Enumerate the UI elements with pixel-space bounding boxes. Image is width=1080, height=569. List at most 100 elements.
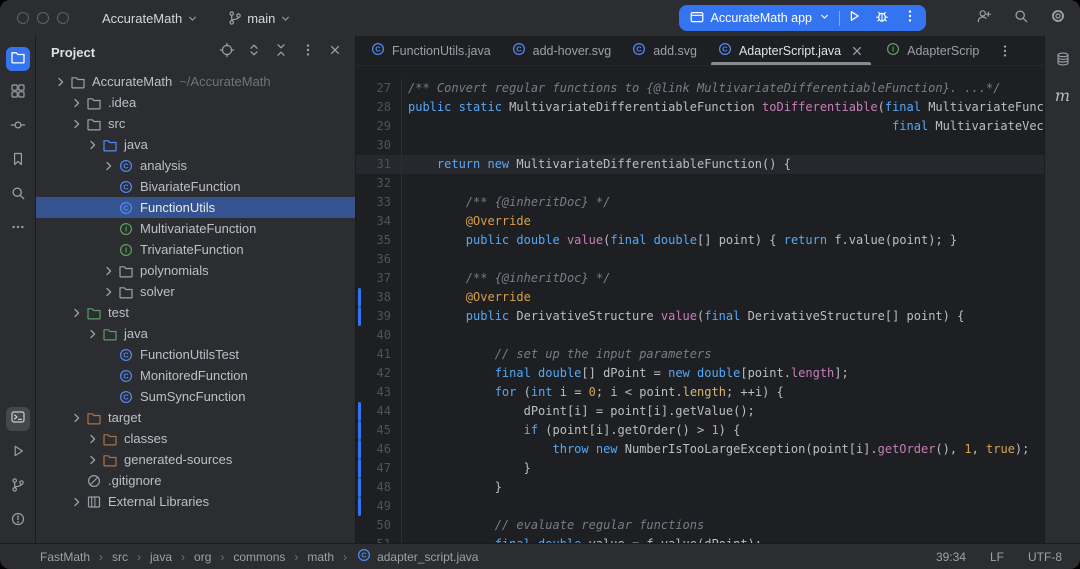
- code-line[interactable]: 34 @Override: [356, 212, 1044, 231]
- code-line[interactable]: 37 /** {@inheritDoc} */: [356, 269, 1044, 288]
- code-line[interactable]: 30: [356, 136, 1044, 155]
- line-number[interactable]: 30: [356, 136, 402, 155]
- chevron-right-icon[interactable]: [68, 305, 86, 321]
- code-line[interactable]: 51 final double value = f.value(dPoint);: [356, 535, 1044, 543]
- code-line[interactable]: 36: [356, 250, 1044, 269]
- line-number[interactable]: 33: [356, 193, 402, 212]
- line-number[interactable]: 37: [356, 269, 402, 288]
- chevron-right-icon[interactable]: [84, 452, 102, 468]
- activity-bookmarks-button[interactable]: [6, 149, 30, 173]
- options-button[interactable]: [298, 42, 318, 62]
- code-line[interactable]: 41 // set up the input parameters: [356, 345, 1044, 364]
- run-button[interactable]: [840, 5, 868, 31]
- caret-position[interactable]: 39:34: [936, 550, 966, 564]
- tree-item-test[interactable]: test: [36, 302, 355, 323]
- chevron-right-icon[interactable]: [68, 410, 86, 426]
- line-number[interactable]: 36: [356, 250, 402, 269]
- code-line[interactable]: 35 public double value(final double[] po…: [356, 231, 1044, 250]
- line-number[interactable]: 44: [356, 402, 402, 421]
- line-number[interactable]: 31: [356, 155, 402, 174]
- collapse-all-button[interactable]: [271, 42, 291, 62]
- tree-item-target[interactable]: target: [36, 407, 355, 428]
- code-line[interactable]: 31 return new MultivariateDifferentiable…: [356, 155, 1044, 174]
- code-line[interactable]: 33 /** {@inheritDoc} */: [356, 193, 1044, 212]
- code-line[interactable]: 32: [356, 174, 1044, 193]
- settings-button[interactable]: [1050, 8, 1066, 29]
- code-line[interactable]: 50 // evaluate regular functions: [356, 516, 1044, 535]
- breadcrumb-item[interactable]: org: [194, 550, 211, 564]
- line-number[interactable]: 50: [356, 516, 402, 535]
- code-line[interactable]: 46 throw new NumberIsTooLargeException(p…: [356, 440, 1044, 459]
- line-separator[interactable]: LF: [990, 550, 1004, 564]
- breadcrumb-item[interactable]: java: [150, 550, 172, 564]
- tab-adapterscript-java[interactable]: CAdapterScript.java: [707, 36, 875, 65]
- tree-item--idea[interactable]: .idea: [36, 92, 355, 113]
- code-line[interactable]: 28public static MultivariateDifferentiab…: [356, 98, 1044, 117]
- line-number[interactable]: 38: [356, 288, 402, 307]
- chevron-right-icon[interactable]: [84, 326, 102, 342]
- chevron-right-icon[interactable]: [68, 494, 86, 510]
- tree-item-java[interactable]: java: [36, 134, 355, 155]
- expand-all-button[interactable]: [244, 42, 264, 62]
- line-number[interactable]: 34: [356, 212, 402, 231]
- breadcrumb-item[interactable]: FastMath: [40, 550, 90, 564]
- code-line[interactable]: 43 for (int i = 0; i < point.length; ++i…: [356, 383, 1044, 402]
- tree-item-polynomials[interactable]: polynomials: [36, 260, 355, 281]
- chevron-right-icon[interactable]: [100, 263, 118, 279]
- debug-button[interactable]: [868, 5, 896, 31]
- line-number[interactable]: 41: [356, 345, 402, 364]
- chevron-right-icon[interactable]: [84, 137, 102, 153]
- close-window-button[interactable]: [17, 12, 29, 24]
- code-line[interactable]: 29 final MultivariateVectorFunction grad…: [356, 117, 1044, 136]
- tree-item-analysis[interactable]: Canalysis: [36, 155, 355, 176]
- tree-item-functionutilstest[interactable]: CFunctionUtilsTest: [36, 344, 355, 365]
- line-number[interactable]: 28: [356, 98, 402, 117]
- maven-tool-button[interactable]: m: [1051, 83, 1075, 107]
- line-number[interactable]: 29: [356, 117, 402, 136]
- line-number[interactable]: 43: [356, 383, 402, 402]
- line-number[interactable]: 45: [356, 421, 402, 440]
- tree-item-solver[interactable]: solver: [36, 281, 355, 302]
- run-configuration-selector[interactable]: AccurateMath app: [681, 9, 839, 28]
- database-tool-button[interactable]: [1051, 49, 1075, 73]
- code-line[interactable]: 40: [356, 326, 1044, 345]
- locate-button[interactable]: [217, 42, 237, 62]
- chevron-right-icon[interactable]: [100, 284, 118, 300]
- tree-item--gitignore[interactable]: .gitignore: [36, 470, 355, 491]
- line-number[interactable]: 46: [356, 440, 402, 459]
- tab-functionutils-java[interactable]: CFunctionUtils.java: [360, 36, 501, 65]
- code-line[interactable]: 42 final double[] dPoint = new double[po…: [356, 364, 1044, 383]
- line-number[interactable]: 40: [356, 326, 402, 345]
- file-encoding[interactable]: UTF-8: [1028, 550, 1062, 564]
- tree-item-external-libraries[interactable]: External Libraries: [36, 491, 355, 512]
- tree-item-multivariatefunction[interactable]: IMultivariateFunction: [36, 218, 355, 239]
- tree-item-monitoredfunction[interactable]: CMonitoredFunction: [36, 365, 355, 386]
- branch-switcher[interactable]: main: [220, 6, 299, 30]
- line-number[interactable]: 42: [356, 364, 402, 383]
- line-number[interactable]: 48: [356, 478, 402, 497]
- line-number[interactable]: 35: [356, 231, 402, 250]
- code-line[interactable]: 38 @Override: [356, 288, 1044, 307]
- tree-item-src[interactable]: src: [36, 113, 355, 134]
- tree-item-bivariatefunction[interactable]: CBivariateFunction: [36, 176, 355, 197]
- tree-item-classes[interactable]: classes: [36, 428, 355, 449]
- code-line[interactable]: 47 }: [356, 459, 1044, 478]
- line-number[interactable]: 32: [356, 174, 402, 193]
- breadcrumb-item[interactable]: math: [307, 550, 334, 564]
- code-line[interactable]: 44 dPoint[i] = point[i].getValue();: [356, 402, 1044, 421]
- line-number[interactable]: 47: [356, 459, 402, 478]
- activity-modules-button[interactable]: [6, 81, 30, 105]
- tree-item-accuratemath[interactable]: AccurateMath~/AccurateMath: [36, 71, 355, 92]
- code-line[interactable]: 49: [356, 497, 1044, 516]
- chevron-right-icon[interactable]: [68, 95, 86, 111]
- add-user-button[interactable]: [976, 8, 992, 29]
- breadcrumb-item[interactable]: src: [112, 550, 128, 564]
- code-line[interactable]: 45 if (point[i].getOrder() > 1) {: [356, 421, 1044, 440]
- project-switcher[interactable]: AccurateMath: [95, 7, 206, 30]
- code-editor[interactable]: 27/** Convert regular functions to {@lin…: [356, 66, 1044, 543]
- zoom-window-button[interactable]: [57, 12, 69, 24]
- breadcrumb-item[interactable]: commons: [233, 550, 285, 564]
- chevron-right-icon[interactable]: [52, 74, 70, 90]
- close-tab-icon[interactable]: [849, 43, 865, 59]
- line-number[interactable]: 27: [356, 79, 402, 98]
